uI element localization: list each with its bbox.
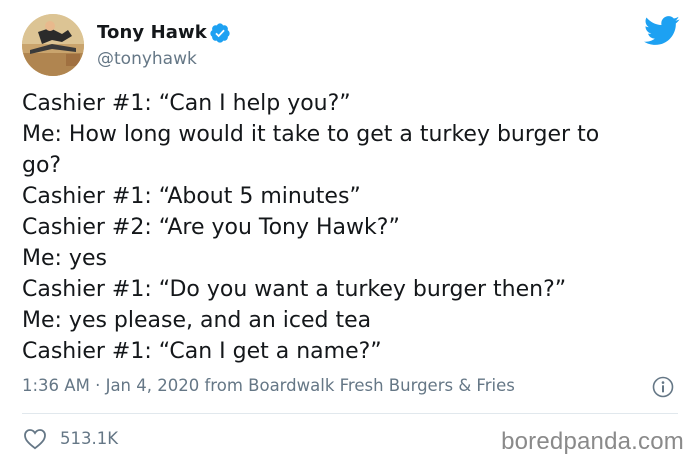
avatar[interactable] xyxy=(22,14,84,76)
tweet-text: Cashier #1: “Can I help you?” Me: How lo… xyxy=(22,88,682,367)
verified-badge-icon xyxy=(210,23,230,43)
author-name[interactable]: Tony Hawk xyxy=(97,22,207,43)
divider xyxy=(22,413,678,414)
tweet-date[interactable]: Jan 4, 2020 xyxy=(106,376,200,395)
tweet-line: Cashier #1: “Do you want a turkey burger… xyxy=(22,277,567,302)
tweet-card: Tony Hawk @tonyhawk Cashier #1: “Can I h… xyxy=(0,0,700,467)
tweet-line: Me: yes please, and an iced tea xyxy=(22,308,372,333)
meta-separator: · xyxy=(95,376,101,395)
tweet-meta: 1:36 AM · Jan 4, 2020 from Boardwalk Fre… xyxy=(22,376,515,395)
tweet-line: Me: yes xyxy=(22,246,107,271)
author-handle[interactable]: @tonyhawk xyxy=(97,49,197,69)
twitter-bird-icon[interactable] xyxy=(644,16,680,46)
like-count[interactable]: 513.1K xyxy=(60,429,136,448)
tweet-line: Cashier #2: “Are you Tony Hawk?” xyxy=(22,215,400,240)
tweet-time[interactable]: 1:36 AM xyxy=(22,376,90,395)
tweet-line: go? xyxy=(22,153,62,178)
tweet-line: Cashier #1: “Can I help you?” xyxy=(22,91,351,116)
tweet-line: Cashier #1: “Can I get a name?” xyxy=(22,339,382,364)
tweet-source[interactable]: Boardwalk Fresh Burgers & Fries xyxy=(248,376,515,395)
source-prefix: from xyxy=(204,376,243,395)
tweet-line: Me: How long would it take to get a turk… xyxy=(22,122,600,147)
tweet-line: Cashier #1: “About 5 minutes” xyxy=(22,184,361,209)
watermark: boredpanda.com xyxy=(501,428,684,455)
info-icon[interactable] xyxy=(652,376,674,398)
heart-icon[interactable] xyxy=(23,428,47,450)
